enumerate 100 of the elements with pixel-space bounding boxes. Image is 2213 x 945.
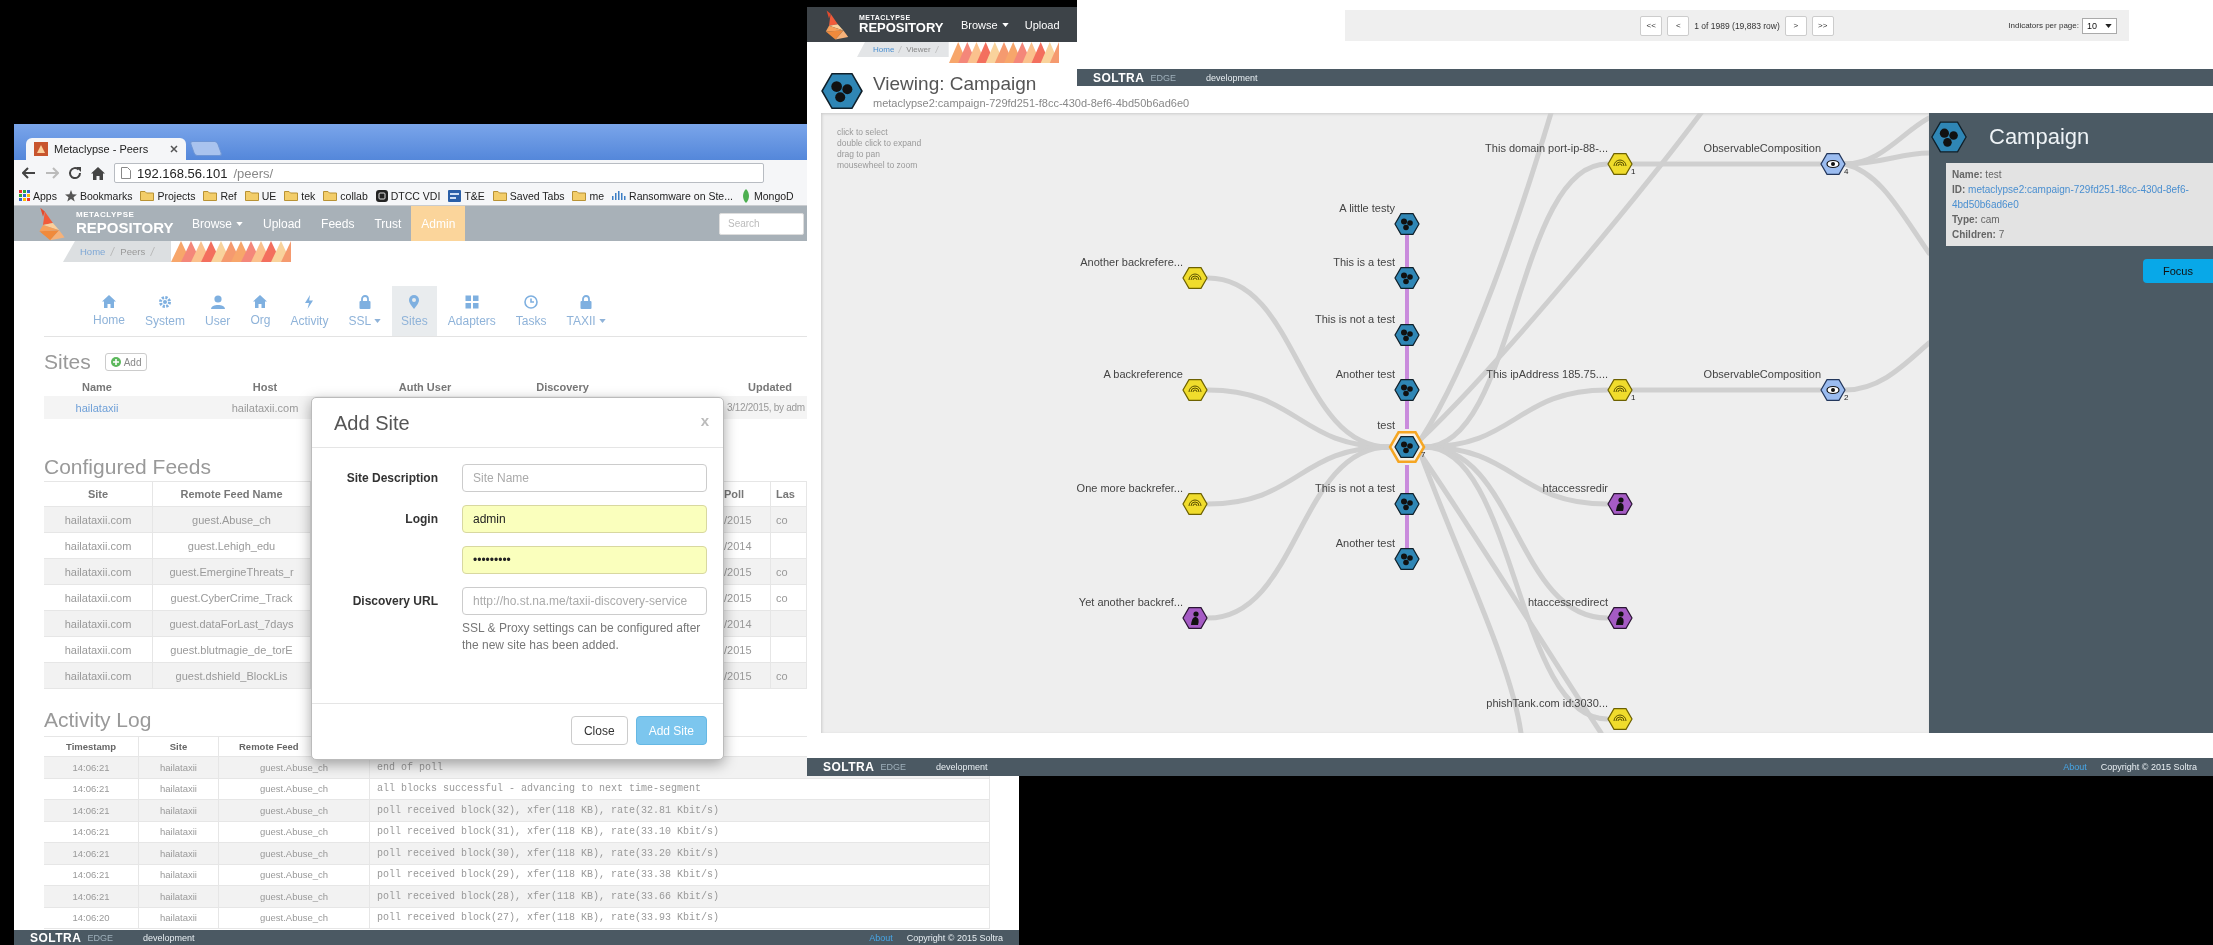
bookmark[interactable]: MongoD (740, 188, 794, 203)
campaign-node[interactable] (1394, 213, 1420, 235)
node-label: One more backrefer... (1076, 482, 1183, 494)
help-text: SSL & Proxy settings can be configured after the new site has been added. (462, 620, 702, 655)
link-line (1405, 515, 1409, 548)
search-field[interactable]: Search (719, 212, 804, 235)
campaign-node[interactable] (1394, 324, 1420, 346)
indicator-node[interactable] (1182, 267, 1208, 289)
address-field[interactable]: 192.168.56.101 /peers/ (114, 163, 764, 183)
table-cell: 14:06:21 (44, 843, 139, 865)
bookmark[interactable]: collab (323, 189, 368, 202)
bookmark[interactable]: tek (284, 189, 316, 202)
node-label: This ipAddress 185.75.... (1486, 368, 1608, 380)
node-count: 7 (1421, 450, 1426, 459)
close-icon[interactable] (170, 145, 178, 153)
slash-icon (934, 46, 939, 53)
column-header: Name (81, 380, 113, 395)
page-button[interactable]: > (1784, 15, 1807, 36)
back-icon[interactable] (22, 167, 36, 179)
clock-icon (524, 294, 539, 309)
indicator-node[interactable] (1607, 708, 1633, 730)
indicator-node[interactable] (1182, 379, 1208, 401)
text-field[interactable]: admin (462, 505, 707, 533)
indicator-node[interactable] (1607, 153, 1633, 175)
bookmark[interactable]: Ransomware on Ste... (612, 189, 733, 202)
column-header: Updated (747, 380, 793, 395)
bookmark[interactable]: Bookmarks (64, 189, 133, 202)
record-id: metaclypse2:campaign-729fd251-f8cc-430d-8ef6-4bd50b6ad6e0 (873, 97, 1190, 109)
bookmark[interactable]: me (572, 189, 605, 202)
indicator-node[interactable] (1182, 493, 1208, 515)
campaign-node[interactable] (1394, 267, 1420, 289)
add-button[interactable]: Add (104, 353, 148, 371)
close-button[interactable]: Close (570, 716, 628, 745)
campaign-node[interactable] (1394, 548, 1420, 570)
indicator-node[interactable] (1607, 379, 1633, 401)
node-label: Another test (1335, 537, 1395, 549)
bookmark[interactable]: T&E (448, 189, 485, 202)
bolt-icon (304, 294, 315, 309)
column-header: Site (44, 481, 153, 507)
table-cell: guest.Abuse_ch (219, 843, 370, 865)
campaign-node[interactable] (1388, 431, 1426, 463)
reload-icon[interactable] (68, 166, 82, 180)
table-cell: hailataxii (139, 907, 219, 929)
table-cell: co (771, 507, 807, 533)
page-button[interactable]: < (1667, 15, 1690, 36)
bookmark[interactable]: Projects (140, 189, 196, 202)
observable-node[interactable] (1820, 153, 1846, 175)
page-button[interactable]: << (1640, 15, 1663, 36)
column-header: Auth User (397, 380, 453, 395)
brand-name: SOLTRA (30, 930, 82, 945)
hint-text: drag to pan (837, 149, 880, 159)
campaign-node[interactable] (1394, 379, 1420, 401)
table-cell: co (771, 559, 807, 585)
hint-text: click to select (837, 127, 888, 137)
bookmark[interactable]: Ref (203, 189, 237, 202)
per-page-select[interactable]: 10 (2082, 17, 2117, 34)
nav-link[interactable]: Browse (953, 7, 1017, 42)
home-icon[interactable] (91, 166, 105, 180)
link-line (1405, 401, 1409, 429)
leaf-icon (740, 188, 751, 203)
observable-node[interactable] (1820, 379, 1846, 401)
focus-button[interactable]: Focus (2143, 259, 2213, 283)
bars-icon (612, 190, 627, 201)
table-cell: guest.Abuse_ch (219, 800, 370, 822)
brand-subtitle: METACLYPSE (76, 211, 136, 220)
bookmark[interactable]: Saved Tabs (492, 189, 565, 202)
bookmark[interactable]: Apps (19, 189, 57, 202)
actor-node[interactable] (1607, 607, 1633, 629)
detail-line: Name: test (1952, 168, 2003, 182)
page-button[interactable]: >> (1811, 15, 1834, 36)
browser-tab[interactable]: Metaclypse - Peers (26, 138, 186, 160)
table-cell: hailataxii.com (44, 507, 153, 533)
slash-icon (898, 46, 903, 53)
folder-icon (244, 190, 259, 201)
table-cell: hailataxii (139, 843, 219, 865)
log-message: poll received block(28), xfer(118 KB), rate(33.66 Kbit/s) (370, 886, 990, 908)
node-count: 4 (1844, 167, 1849, 176)
caret-icon (2105, 23, 2112, 28)
bookmark[interactable]: UE (244, 189, 277, 202)
home-icon (102, 295, 116, 308)
table-cell: guest.Abuse_ch (153, 507, 311, 533)
actor-node[interactable] (1182, 607, 1208, 629)
brand-title: REPOSITORY (859, 21, 944, 35)
text-field[interactable]: ••••••••• (462, 546, 707, 574)
node-label: phishTank.com id:3030... (1486, 697, 1608, 709)
bookmark[interactable]: DTCC VDI (375, 189, 441, 202)
text-field[interactable]: http://ho.st.na.me/taxii-discovery-service (462, 587, 707, 615)
table-cell: 14:06:21 (44, 886, 139, 908)
link-line (1405, 465, 1409, 493)
table-cell: guest.Abuse_ch (219, 886, 370, 908)
node-label: A backreference (1103, 368, 1183, 380)
folder-icon (492, 190, 507, 201)
table-cell: guest.Abuse_ch (219, 907, 370, 929)
node-label: test (1377, 419, 1395, 431)
text-field[interactable]: Site Name (462, 464, 707, 492)
actor-node[interactable] (1607, 493, 1633, 515)
nav-link[interactable]: Upload (1016, 7, 1068, 42)
campaign-node[interactable] (1394, 493, 1420, 515)
brand-name: SOLTRA (823, 760, 875, 774)
table-cell: guest.Abuse_ch (219, 757, 370, 779)
